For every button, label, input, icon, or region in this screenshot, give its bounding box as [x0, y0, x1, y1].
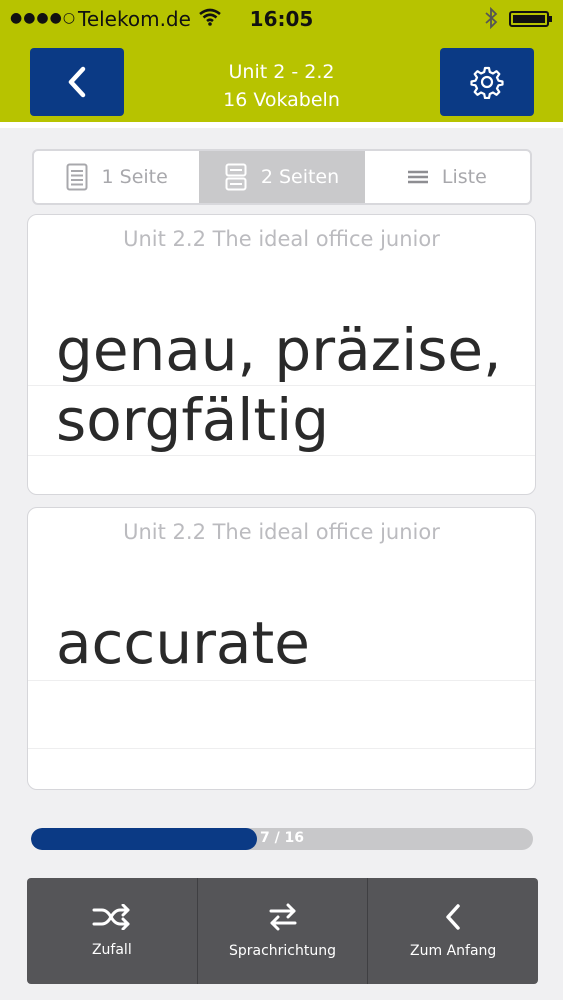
single-page-icon	[66, 163, 88, 191]
shuffle-icon	[92, 904, 130, 930]
vocab-count: 16 Vokabeln	[223, 89, 340, 111]
unit-title: Unit 2 - 2.2	[228, 61, 335, 83]
chevron-left-icon	[68, 66, 86, 98]
card-word: accurate	[56, 609, 310, 677]
card-divider	[28, 748, 535, 749]
card-divider	[28, 455, 535, 456]
header-divider	[0, 122, 563, 128]
back-button[interactable]	[30, 48, 124, 116]
toolbar-label: Zufall	[91, 942, 132, 958]
view-mode-selector: 1 Seite 2 Seiten Liste	[32, 149, 532, 205]
view-mode-label: Liste	[441, 166, 487, 188]
swap-arrows-icon	[269, 903, 296, 931]
shuffle-button[interactable]: Zufall	[27, 878, 197, 984]
header-title: Unit 2 - 2.2 16 Vokabeln	[140, 58, 423, 114]
view-mode-label: 1 Seite	[101, 166, 168, 188]
settings-button[interactable]	[440, 48, 534, 116]
view-mode-list[interactable]: Liste	[365, 151, 530, 203]
card-unit-label: Unit 2.2 The ideal office junior	[123, 227, 440, 251]
progress-bar: 7 / 16	[31, 828, 533, 850]
clock: 16:05	[249, 7, 314, 31]
view-mode-label: 2 Seiten	[260, 166, 340, 188]
battery-icon	[509, 11, 552, 27]
bottom-toolbar: Zufall Sprachrichtung Zum Anfang	[27, 878, 538, 984]
vocab-card-back[interactable]: Unit 2.2 The ideal office junior accurat…	[27, 507, 536, 790]
card-unit-label: Unit 2.2 The ideal office junior	[123, 520, 440, 544]
chevron-left-icon	[446, 904, 460, 930]
toolbar-label: Sprachrichtung	[228, 943, 337, 959]
bluetooth-icon	[484, 6, 498, 34]
to-start-button[interactable]: Zum Anfang	[367, 878, 538, 984]
card-divider	[28, 680, 535, 681]
app-header: ●●●●○ Telekom.de 16:05 Unit 2 - 2.2 16 V…	[0, 0, 563, 122]
progress-text: 7 / 16	[259, 830, 305, 846]
toolbar-label: Zum Anfang	[410, 943, 497, 959]
two-pages-icon	[225, 163, 247, 191]
vocab-card-front[interactable]: Unit 2.2 The ideal office junior genau, …	[27, 214, 536, 495]
view-mode-one-page[interactable]: 1 Seite	[34, 151, 199, 203]
card-word: genau, präzise, sorgfältig	[56, 316, 502, 454]
language-direction-button[interactable]: Sprachrichtung	[196, 878, 368, 984]
list-icon	[407, 170, 428, 184]
view-mode-two-pages[interactable]: 2 Seiten	[199, 151, 365, 203]
status-bar: ●●●●○ Telekom.de 16:05	[0, 0, 563, 40]
gear-icon	[470, 66, 504, 99]
